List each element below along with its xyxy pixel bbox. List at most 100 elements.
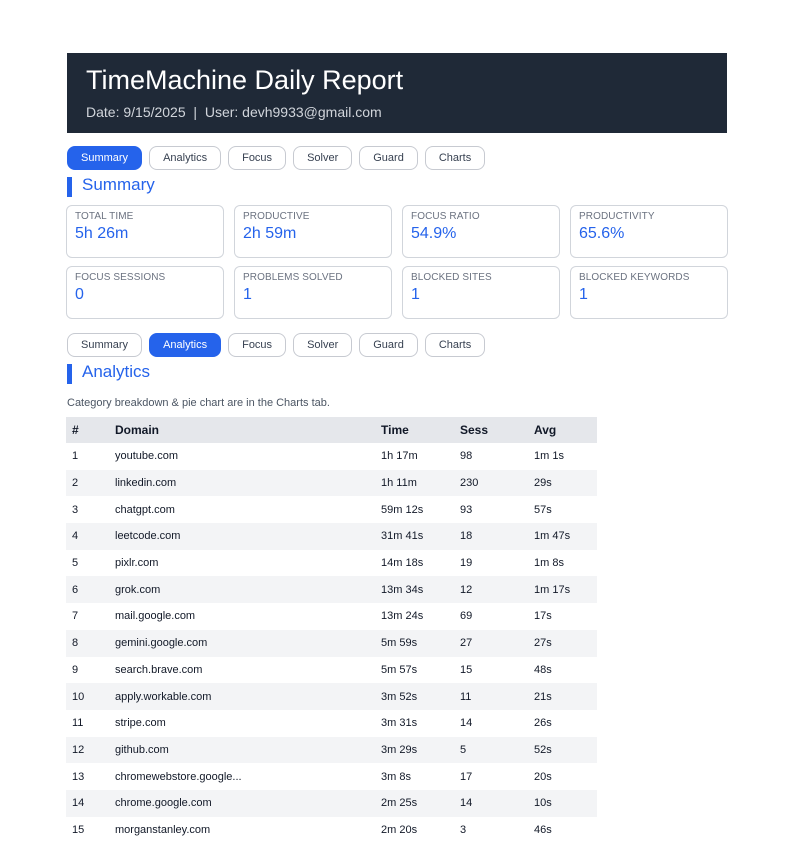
stat-value: 1	[579, 286, 588, 303]
cell-sessions: 11	[454, 683, 528, 710]
cell-time: 13m 24s	[381, 610, 424, 623]
tab-focus[interactable]: Focus	[228, 333, 287, 357]
stat-label: Focus Sessions	[75, 272, 166, 283]
cell-avg: 1m 1s	[534, 450, 564, 463]
cell-domain: linkedin.com	[109, 469, 375, 497]
column-header-avg: Avg	[528, 417, 597, 443]
cell-time: 13m 34s	[375, 576, 454, 604]
cell-index: 9	[72, 663, 79, 676]
stat-label: Total Time	[75, 211, 134, 222]
cell-sessions: 14	[460, 717, 473, 730]
table-row: 14 chrome.google.com 2m 25s 14 10s	[66, 789, 597, 817]
cell-sessions: 5	[454, 736, 528, 764]
tab-charts[interactable]: Charts	[424, 146, 486, 170]
stat-value: 1	[411, 286, 420, 303]
table-row: 3 chatgpt.com 59m 12s 93 57s	[66, 496, 597, 523]
stat-card-total-time: Total Time 5h 26m	[66, 205, 224, 258]
cell-index: 12	[66, 736, 109, 764]
tab-summary[interactable]: Summary	[67, 333, 143, 357]
stat-value: 65.6%	[579, 225, 625, 242]
cell-sessions: 230	[454, 469, 528, 497]
cell-avg: 10s	[528, 789, 597, 817]
cell-sessions: 14	[454, 789, 528, 817]
cell-index: 3	[72, 503, 79, 516]
cell-avg: 1m 8s	[534, 557, 564, 570]
section-title-analytics: Analytics	[67, 363, 150, 384]
cell-sessions: 18	[454, 523, 528, 550]
cell-avg: 46s	[534, 823, 552, 836]
cell-time: 3m 31s	[381, 717, 418, 730]
table-row: 9 search.brave.com 5m 57s 15 48s	[66, 657, 597, 684]
cell-time: 31m 41s	[375, 523, 454, 550]
cell-avg: 29s	[528, 469, 597, 497]
report-header: TimeMachine Daily Report Date: 9/15/2025…	[67, 53, 727, 133]
cell-domain: mail.google.com	[115, 610, 196, 623]
report-title: TimeMachine Daily Report	[86, 65, 404, 95]
stat-label: Blocked Keywords	[579, 272, 690, 283]
tab-focus[interactable]: Focus	[228, 146, 287, 170]
cell-time: 2m 20s	[381, 823, 418, 836]
cell-sessions: 17	[460, 770, 473, 783]
cell-sessions: 3	[460, 823, 467, 836]
cell-index: 6	[66, 576, 109, 604]
table-row: 13 chromewebstore.google... 3m 8s 17 20s	[66, 763, 597, 790]
cell-time: 1h 11m	[375, 469, 454, 497]
tab-solver[interactable]: Solver	[293, 333, 353, 357]
cell-index: 8	[66, 629, 109, 657]
cell-time: 2m 25s	[375, 789, 454, 817]
cell-domain: chromewebstore.google...	[115, 770, 242, 783]
report-meta: Date: 9/15/2025 | User: devh9933@gmail.c…	[86, 104, 382, 120]
stat-card-blocked-keywords: Blocked Keywords 1	[570, 266, 728, 319]
table-row: 5 pixlr.com 14m 18s 19 1m 8s	[66, 550, 597, 577]
cell-avg: 52s	[528, 736, 597, 764]
cell-sessions: 27	[454, 629, 528, 657]
cell-time: 14m 18s	[381, 557, 424, 570]
tab-guard[interactable]: Guard	[359, 146, 418, 170]
cell-sessions: 19	[460, 557, 473, 570]
stat-value: 2h 59m	[243, 225, 297, 242]
tab-bar-summary: Summary Analytics Focus Solver Guard Cha…	[67, 146, 486, 170]
cell-time: 1h 17m	[381, 450, 418, 463]
cell-index: 5	[72, 557, 79, 570]
cell-domain: gemini.google.com	[109, 629, 375, 657]
stat-label: Blocked Sites	[411, 272, 492, 283]
table-row: 6 grok.com 13m 34s 12 1m 17s	[66, 576, 597, 604]
cell-domain: morganstanley.com	[115, 823, 211, 836]
table-row: 8 gemini.google.com 5m 59s 27 27s	[66, 629, 597, 657]
cell-domain: leetcode.com	[109, 523, 375, 550]
tab-solver[interactable]: Solver	[293, 146, 353, 170]
tab-bar-analytics: Summary Analytics Focus Solver Guard Cha…	[67, 333, 486, 357]
cell-index: 10	[66, 683, 109, 710]
stat-card-focus-sessions: Focus Sessions 0	[66, 266, 224, 319]
cell-avg: 26s	[534, 717, 552, 730]
column-header-time: Time	[375, 417, 454, 443]
tab-charts[interactable]: Charts	[424, 333, 486, 357]
cell-avg: 20s	[534, 770, 552, 783]
column-header-sessions: Sess	[454, 417, 528, 443]
table-row: 4 leetcode.com 31m 41s 18 1m 47s	[66, 523, 597, 550]
cell-time: 3m 8s	[381, 770, 411, 783]
cell-sessions: 69	[460, 610, 473, 623]
stat-card-productivity: Productivity 65.6%	[570, 205, 728, 258]
cell-domain: youtube.com	[115, 450, 178, 463]
tab-guard[interactable]: Guard	[359, 333, 418, 357]
tab-summary[interactable]: Summary	[67, 146, 143, 170]
cell-index: 11	[72, 717, 84, 730]
analytics-note: Category breakdown & pie chart are in th…	[67, 397, 330, 409]
cell-time: 5m 57s	[381, 663, 418, 676]
tab-analytics[interactable]: Analytics	[149, 333, 222, 357]
cell-index: 1	[72, 450, 79, 463]
tab-analytics[interactable]: Analytics	[149, 146, 222, 170]
cell-avg: 1m 47s	[528, 523, 597, 550]
cell-domain: search.brave.com	[115, 663, 203, 676]
table-row: 7 mail.google.com 13m 24s 69 17s	[66, 603, 597, 630]
cell-domain: chrome.google.com	[109, 789, 375, 817]
cell-sessions: 15	[460, 663, 473, 676]
cell-domain: apply.workable.com	[109, 683, 375, 710]
cell-avg: 27s	[528, 629, 597, 657]
cell-domain: chatgpt.com	[115, 503, 175, 516]
stat-value: 0	[75, 286, 84, 303]
stat-value: 54.9%	[411, 225, 457, 242]
column-header-domain: Domain	[109, 417, 375, 443]
cell-avg: 17s	[534, 610, 552, 623]
